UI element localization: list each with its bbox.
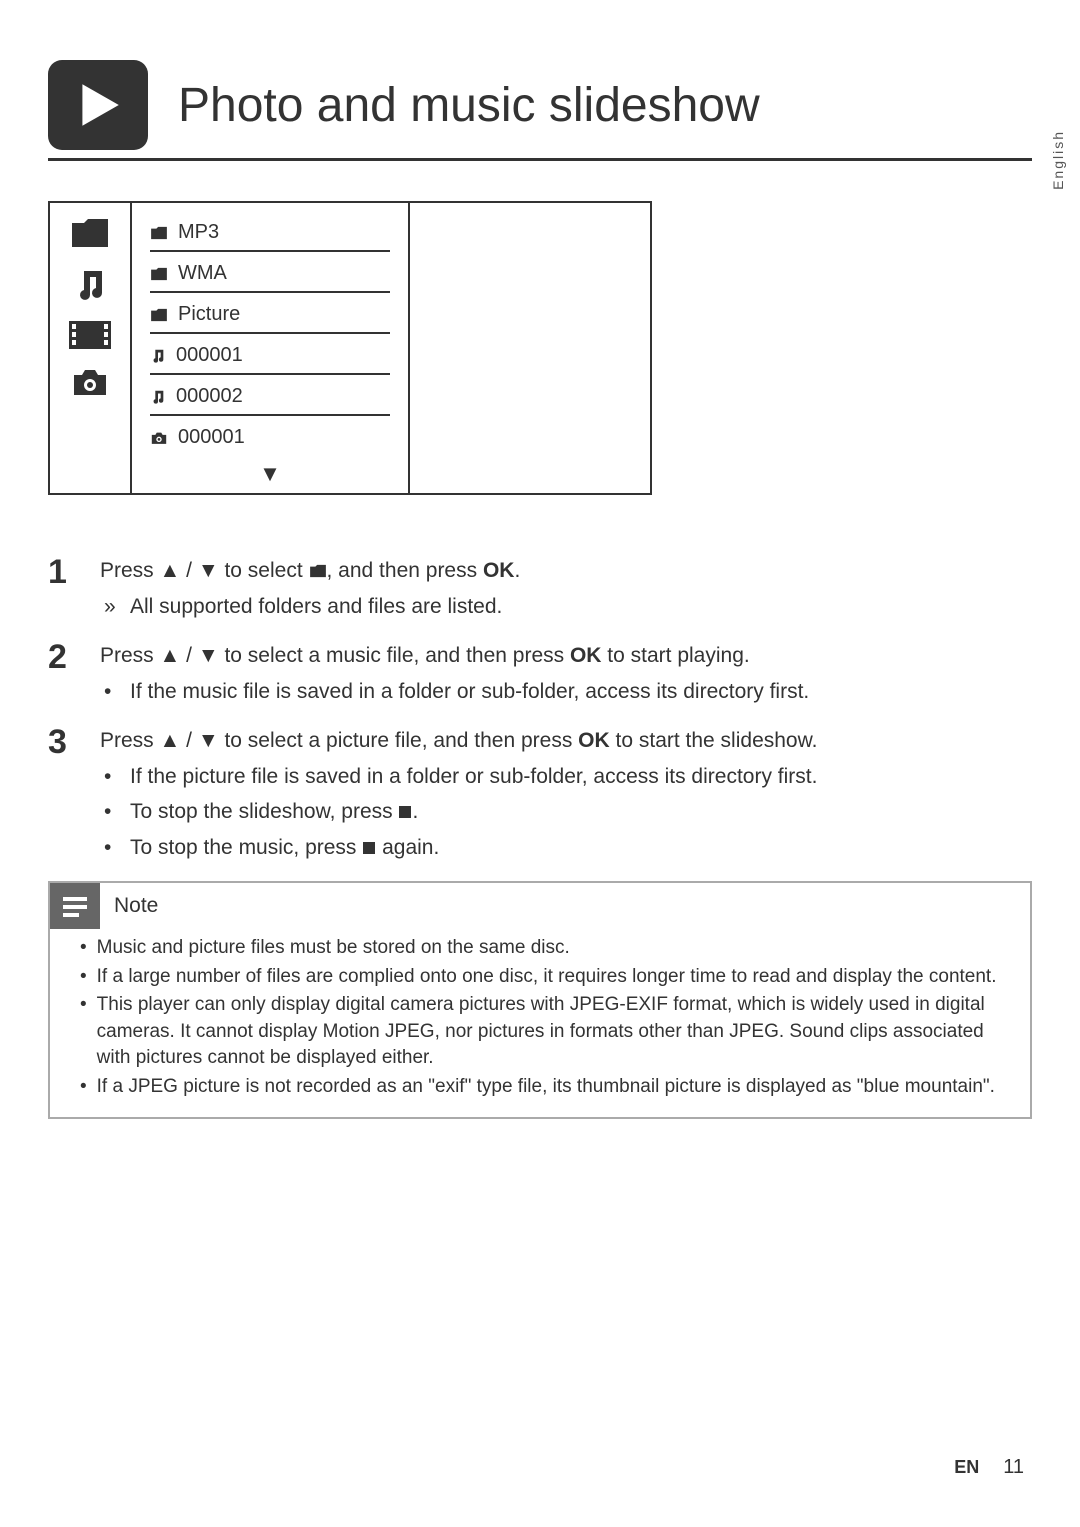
page-header: Photo and music slideshow — [48, 60, 1032, 161]
file-label: 000001 — [178, 426, 245, 449]
text: to start playing. — [601, 644, 749, 667]
file-item-wma: WMA — [150, 258, 390, 293]
text: . — [412, 800, 418, 823]
sub-item: •If the music file is saved in a folder … — [100, 676, 1032, 708]
ok-label: OK — [570, 644, 602, 667]
file-item-photo1: 000001 — [150, 422, 390, 455]
file-item-track2: 000002 — [150, 381, 390, 416]
text: If the picture file is saved in a folder… — [130, 765, 817, 788]
text: All supported folders and files are list… — [130, 595, 502, 618]
note-item: •This player can only display digital ca… — [80, 992, 1010, 1072]
text: Press — [100, 729, 160, 752]
marker: • — [104, 832, 130, 864]
sub-item: »All supported folders and files are lis… — [100, 591, 1032, 623]
menu-preview-column — [410, 203, 650, 493]
text: If a JPEG picture is not recorded as an … — [97, 1074, 995, 1101]
text: to select — [219, 559, 309, 582]
text: Press — [100, 644, 160, 667]
note-item: • If a JPEG picture is not recorded as an… — [80, 1074, 1010, 1101]
page-title: Photo and music slideshow — [178, 78, 760, 133]
file-item-track1: 000001 — [150, 340, 390, 375]
folder-icon — [150, 226, 168, 240]
step-number: 3 — [48, 725, 76, 863]
folder-icon — [150, 308, 168, 322]
menu-file-column: MP3 WMA Picture 000001 000002 000001 — [132, 203, 410, 493]
note-body: • Music and picture files must be stored … — [50, 929, 1030, 1101]
text: If the music file is saved in a folder o… — [130, 680, 809, 703]
text: This player can only display digital cam… — [97, 992, 1010, 1072]
folder-icon — [150, 267, 168, 281]
play-icon — [48, 60, 148, 150]
step-1: 1 Press ▲ / ▼ to select , and then press… — [48, 555, 1032, 622]
file-label: 000001 — [176, 344, 243, 367]
marker: • — [104, 796, 130, 828]
language-side-label: English — [1050, 130, 1066, 190]
ok-label: OK — [578, 729, 610, 752]
file-label: 000002 — [176, 385, 243, 408]
step-text: Press ▲ / ▼ to select a music file, and … — [100, 640, 1032, 707]
text: to select a picture file, and then press — [219, 729, 579, 752]
marker: • — [104, 676, 130, 708]
text: Music and picture files must be stored o… — [97, 935, 570, 962]
note-item: • Music and picture files must be stored … — [80, 935, 1010, 962]
text: / — [180, 559, 198, 582]
bullet: • — [80, 964, 87, 991]
file-item-mp3: MP3 — [150, 217, 390, 252]
text: Press — [100, 559, 160, 582]
folder-icon — [70, 217, 110, 249]
note-icon — [50, 883, 100, 929]
text: / — [180, 644, 198, 667]
browser-menu: MP3 WMA Picture 000001 000002 000001 — [48, 201, 652, 495]
scroll-down-icon: ▼ — [150, 461, 390, 487]
text: to start the slideshow. — [610, 729, 818, 752]
file-label: MP3 — [178, 221, 219, 244]
folder-icon — [309, 564, 327, 578]
file-label: Picture — [178, 303, 240, 326]
note-box: Note • Music and picture files must be st… — [48, 881, 1032, 1119]
step-2: 2 Press ▲ / ▼ to select a music file, an… — [48, 640, 1032, 707]
film-icon — [69, 321, 111, 349]
sub-item: •To stop the music, press again. — [100, 832, 1032, 864]
page-footer: EN 11 — [954, 1456, 1024, 1479]
text: / — [180, 729, 198, 752]
marker: » — [104, 591, 130, 623]
bullet: • — [80, 935, 87, 962]
text: If a large number of files are complied … — [97, 964, 997, 991]
music-note-icon — [150, 389, 166, 405]
text: . — [514, 559, 520, 582]
step-number: 1 — [48, 555, 76, 622]
step-number: 2 — [48, 640, 76, 707]
bullet: • — [80, 992, 87, 1072]
step-3: 3 Press ▲ / ▼ to select a picture file, … — [48, 725, 1032, 863]
file-item-picture: Picture — [150, 299, 390, 334]
text: again. — [376, 836, 439, 859]
ok-label: OK — [483, 559, 515, 582]
music-note-icon — [150, 348, 166, 364]
step-text: Press ▲ / ▼ to select a picture file, an… — [100, 725, 1032, 863]
text: to select a music file, and then press — [219, 644, 570, 667]
note-item: • If a large number of files are complied… — [80, 964, 1010, 991]
text: , and then press — [327, 559, 483, 582]
camera-icon — [150, 431, 168, 445]
stop-icon — [362, 841, 376, 855]
note-header: Note — [50, 883, 1030, 929]
music-note-icon — [72, 267, 108, 303]
marker: • — [104, 761, 130, 793]
step-text: Press ▲ / ▼ to select , and then press O… — [100, 555, 1032, 622]
menu-category-column — [50, 203, 132, 493]
sub-item: •To stop the slideshow, press . — [100, 796, 1032, 828]
file-label: WMA — [178, 262, 227, 285]
text: To stop the slideshow, press — [130, 800, 398, 823]
camera-icon — [70, 367, 110, 397]
footer-lang: EN — [954, 1457, 979, 1478]
bullet: • — [80, 1074, 87, 1101]
sub-item: •If the picture file is saved in a folde… — [100, 761, 1032, 793]
note-title: Note — [114, 894, 158, 918]
stop-icon — [398, 805, 412, 819]
text: To stop the music, press — [130, 836, 362, 859]
footer-page-number: 11 — [1003, 1456, 1024, 1479]
